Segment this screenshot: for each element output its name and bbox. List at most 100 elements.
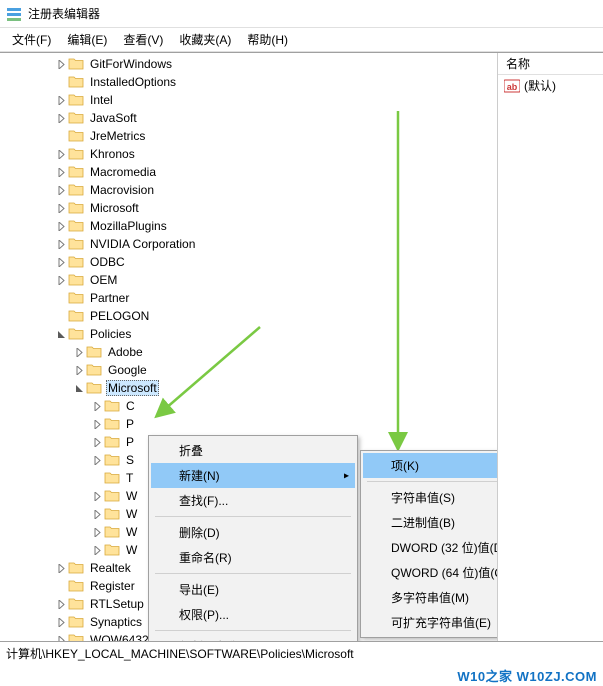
context-menu-item[interactable]: 重命名(R) bbox=[151, 545, 355, 570]
context-menu-item[interactable]: 删除(D) bbox=[151, 520, 355, 545]
expand-icon[interactable] bbox=[54, 613, 68, 631]
list-item[interactable]: ab (默认) bbox=[498, 75, 603, 96]
context-menu-item[interactable]: 可扩充字符串值(E) bbox=[363, 610, 498, 635]
tree-node-label[interactable]: Khronos bbox=[88, 147, 137, 161]
expand-icon[interactable] bbox=[54, 631, 68, 641]
expand-icon[interactable] bbox=[54, 271, 68, 289]
context-menu-item[interactable]: 新建(N) bbox=[151, 463, 355, 488]
menu-item[interactable]: 查看(V) bbox=[115, 28, 171, 51]
tree-node[interactable]: OEM bbox=[0, 271, 497, 289]
tree-node-label[interactable]: Realtek bbox=[88, 561, 133, 575]
tree-node-label[interactable]: NVIDIA Corporation bbox=[88, 237, 197, 251]
tree-node[interactable]: JavaSoft bbox=[0, 109, 497, 127]
tree-node-label[interactable]: Synaptics bbox=[88, 615, 144, 629]
expand-icon[interactable] bbox=[54, 55, 68, 73]
tree-node-label[interactable]: GitForWindows bbox=[88, 57, 174, 71]
tree-node-label[interactable]: Adobe bbox=[106, 345, 145, 359]
tree-node-label[interactable]: W bbox=[124, 507, 139, 521]
tree-node[interactable]: C bbox=[0, 397, 497, 415]
menu-item[interactable]: 文件(F) bbox=[4, 28, 59, 51]
tree-node-label[interactable]: Microsoft bbox=[88, 201, 141, 215]
tree-node[interactable]: MozillaPlugins bbox=[0, 217, 497, 235]
tree-node-label[interactable]: W bbox=[124, 543, 139, 557]
values-header[interactable]: 名称 bbox=[498, 53, 603, 75]
expand-icon[interactable] bbox=[90, 397, 104, 415]
tree-node[interactable]: Khronos bbox=[0, 145, 497, 163]
tree-node-label[interactable]: T bbox=[124, 471, 135, 485]
tree-node-label[interactable]: W bbox=[124, 525, 139, 539]
tree-node[interactable]: Policies bbox=[0, 325, 497, 343]
tree-node-label[interactable]: RTLSetup bbox=[88, 597, 146, 611]
expand-icon[interactable] bbox=[54, 595, 68, 613]
expand-icon[interactable] bbox=[90, 523, 104, 541]
collapse-icon[interactable] bbox=[54, 325, 68, 343]
tree-node-label[interactable]: JreMetrics bbox=[88, 129, 147, 143]
expand-icon[interactable] bbox=[90, 541, 104, 559]
menu-item[interactable]: 编辑(E) bbox=[59, 28, 115, 51]
tree-node[interactable]: Adobe bbox=[0, 343, 497, 361]
tree-node[interactable]: Partner bbox=[0, 289, 497, 307]
expand-icon[interactable] bbox=[54, 199, 68, 217]
context-menu-item[interactable]: QWORD (64 位)值(Q) bbox=[363, 560, 498, 585]
values-pane[interactable]: 名称 ab (默认) bbox=[498, 53, 603, 641]
tree-node-label[interactable]: P bbox=[124, 435, 136, 449]
tree-node[interactable]: Macromedia bbox=[0, 163, 497, 181]
context-menu[interactable]: 折叠新建(N)查找(F)... 删除(D)重命名(R) 导出(E)权限(P)... 复… bbox=[148, 435, 358, 641]
context-menu-item[interactable]: 多字符串值(M) bbox=[363, 585, 498, 610]
tree-node-label[interactable]: C bbox=[124, 399, 137, 413]
tree-node-label[interactable]: P bbox=[124, 417, 136, 431]
menu-item[interactable]: 收藏夹(A) bbox=[171, 28, 239, 51]
tree-node[interactable]: Intel bbox=[0, 91, 497, 109]
expand-icon[interactable] bbox=[90, 451, 104, 469]
tree-node-label[interactable]: ODBC bbox=[88, 255, 127, 269]
expand-icon[interactable] bbox=[72, 361, 86, 379]
expand-icon[interactable] bbox=[54, 253, 68, 271]
tree-node-label[interactable]: PELOGON bbox=[88, 309, 151, 323]
expand-icon[interactable] bbox=[54, 145, 68, 163]
expand-icon[interactable] bbox=[54, 109, 68, 127]
column-name[interactable]: 名称 bbox=[498, 53, 538, 74]
tree-node-label[interactable]: MozillaPlugins bbox=[88, 219, 169, 233]
tree-node[interactable]: InstalledOptions bbox=[0, 73, 497, 91]
context-menu-item[interactable]: DWORD (32 位)值(D) bbox=[363, 535, 498, 560]
tree-node-label[interactable]: Partner bbox=[88, 291, 131, 305]
context-menu-item[interactable]: 权限(P)... bbox=[151, 602, 355, 627]
tree-node-label[interactable]: Google bbox=[106, 363, 149, 377]
tree-node[interactable]: Microsoft bbox=[0, 379, 497, 397]
tree-node-label[interactable]: InstalledOptions bbox=[88, 75, 178, 89]
expand-icon[interactable] bbox=[54, 559, 68, 577]
expand-icon[interactable] bbox=[54, 235, 68, 253]
menu-item[interactable]: 帮助(H) bbox=[239, 28, 296, 51]
expand-icon[interactable] bbox=[54, 217, 68, 235]
context-submenu-new[interactable]: 项(K) 字符串值(S)二进制值(B)DWORD (32 位)值(D)QWORD … bbox=[360, 450, 498, 638]
tree-node[interactable]: Microsoft bbox=[0, 199, 497, 217]
context-menu-item[interactable]: 二进制值(B) bbox=[363, 510, 498, 535]
tree-node-label[interactable]: W bbox=[124, 489, 139, 503]
context-menu-item[interactable]: 复制项名称(C) bbox=[151, 634, 355, 641]
context-menu-item[interactable]: 字符串值(S) bbox=[363, 485, 498, 510]
context-menu-item[interactable]: 导出(E) bbox=[151, 577, 355, 602]
expand-icon[interactable] bbox=[90, 415, 104, 433]
tree-node-label[interactable]: OEM bbox=[88, 273, 119, 287]
tree-node-label[interactable]: Microsoft bbox=[106, 380, 159, 396]
expand-icon[interactable] bbox=[90, 505, 104, 523]
context-menu-item[interactable]: 折叠 bbox=[151, 438, 355, 463]
tree-node[interactable]: PELOGON bbox=[0, 307, 497, 325]
tree-node-label[interactable]: Register bbox=[88, 579, 137, 593]
tree-node[interactable]: JreMetrics bbox=[0, 127, 497, 145]
expand-icon[interactable] bbox=[72, 343, 86, 361]
expand-icon[interactable] bbox=[90, 433, 104, 451]
tree-node-label[interactable]: JavaSoft bbox=[88, 111, 139, 125]
tree-node[interactable]: ODBC bbox=[0, 253, 497, 271]
context-menu-item[interactable]: 查找(F)... bbox=[151, 488, 355, 513]
tree-node-label[interactable]: Macrovision bbox=[88, 183, 156, 197]
tree-pane[interactable]: GitForWindows InstalledOptions Intel JavaSo… bbox=[0, 53, 498, 641]
expand-icon[interactable] bbox=[54, 181, 68, 199]
tree-node[interactable]: GitForWindows bbox=[0, 55, 497, 73]
tree-node[interactable]: Google bbox=[0, 361, 497, 379]
context-menu-item[interactable]: 项(K) bbox=[363, 453, 498, 478]
tree-node-label[interactable]: Macromedia bbox=[88, 165, 158, 179]
expand-icon[interactable] bbox=[54, 91, 68, 109]
tree-node[interactable]: NVIDIA Corporation bbox=[0, 235, 497, 253]
tree-node-label[interactable]: S bbox=[124, 453, 136, 467]
